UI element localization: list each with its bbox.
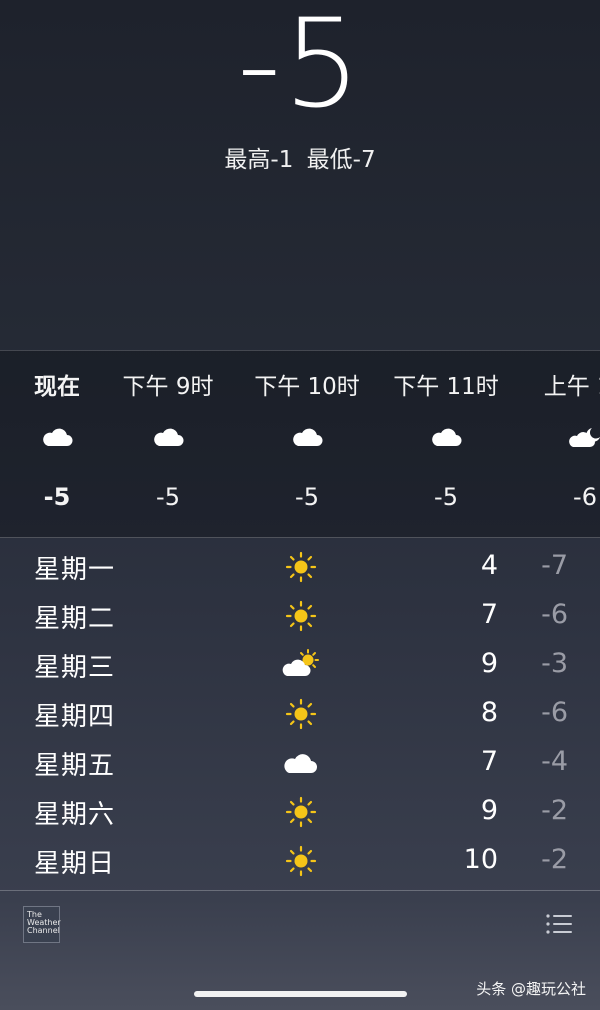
current-temperature: -5 [237,0,363,135]
day-low-temp: -2 [541,844,568,875]
daily-row: 星期二 7 -6 [0,592,600,641]
daily-row: 星期六 9 -2 [0,788,600,837]
footer-divider [0,890,600,891]
day-high-temp: 10 [463,844,498,875]
day-low-temp: -6 [541,599,568,630]
home-indicator[interactable] [194,991,407,997]
day-name: 星期二 [34,604,116,634]
day-low-temp: -2 [541,795,568,826]
sun-icon [285,796,317,828]
hour-label: 现在 [34,374,80,400]
day-name: 星期五 [34,751,116,781]
sun-icon [285,600,317,632]
cloud-moon-icon [569,428,600,447]
daily-forecast[interactable]: 星期一 4 -7 星期二 7 -6 星期三 9 -3 星期四 8 -6 星期五 … [0,543,600,886]
day-high-temp: 9 [480,795,498,826]
daily-row: 星期日 10 -2 [0,837,600,886]
hourly-item-now: 现在 -5 [7,351,107,537]
hour-temp: -5 [156,483,180,511]
daily-row: 星期五 7 -4 [0,739,600,788]
sun-icon [285,845,317,877]
hour-temp: -5 [295,483,319,511]
high-low-temperature: 最高-1 最低-7 [224,147,376,173]
day-low-temp: -3 [541,648,568,679]
day-name: 星期一 [34,555,116,585]
hour-temp: -6 [573,483,597,511]
hourly-forecast[interactable]: 现在 -5 下午 9时 -5 下午 10时 -5 下午 11时 -5 上午 12… [0,350,600,538]
day-low-temp: -6 [541,697,568,728]
hourly-item: 下午 9时 -5 [113,351,223,537]
hourly-item: 下午 10时 -5 [247,351,367,537]
weather-channel-logo[interactable]: The Weather Channel [23,906,61,943]
hour-label: 下午 10时 [254,374,360,400]
sun-icon [285,551,317,583]
day-high-temp: 4 [480,550,498,581]
hourly-item: 下午 11时 -5 [386,351,506,537]
cloud-icon [284,754,317,773]
cloud-icon [154,428,184,446]
day-high-temp: 8 [480,697,498,728]
day-name: 星期六 [34,800,116,830]
watermark: 头条 @趣玩公社 [476,980,586,998]
hour-label: 上午 12 [543,374,600,400]
daily-row: 星期四 8 -6 [0,690,600,739]
day-high-temp: 7 [480,746,498,777]
day-name: 星期三 [34,653,116,683]
day-high-temp: 9 [480,648,498,679]
cloud-icon [432,428,462,446]
hour-label: 下午 11时 [393,374,499,400]
list-icon[interactable] [545,913,573,935]
hour-temp: -5 [43,483,71,511]
cloud-sun-icon [282,649,319,676]
sun-icon [285,698,317,730]
day-high-temp: 7 [480,599,498,630]
day-low-temp: -7 [541,550,568,581]
logo-line: Channel [27,926,60,935]
cloud-icon [43,428,73,446]
hour-temp: -5 [434,483,458,511]
day-name: 星期日 [34,849,116,879]
daily-row: 星期三 9 -3 [0,641,600,690]
hour-label: 下午 9时 [122,374,214,400]
hourly-item: 上午 12 -6 [530,351,600,537]
day-low-temp: -4 [541,746,568,777]
cloud-icon [293,428,323,446]
daily-row: 星期一 4 -7 [0,543,600,592]
day-name: 星期四 [34,702,116,732]
